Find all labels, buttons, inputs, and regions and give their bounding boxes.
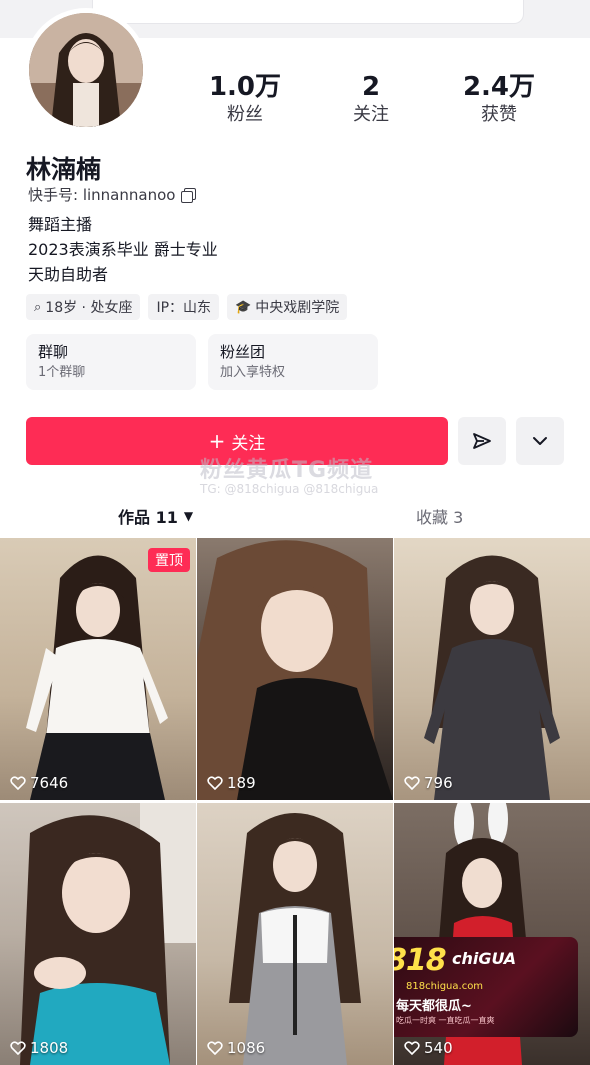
promo-slogan: 每天都很瓜~ bbox=[396, 999, 472, 1014]
bio-line: 舞蹈主播 bbox=[28, 215, 93, 234]
school-tag-label: 中央戏剧学院 bbox=[255, 300, 340, 316]
bio-line: 天助自助者 bbox=[28, 265, 109, 284]
bio-line: 2023表演系毕业 爵士专业 bbox=[28, 240, 218, 259]
video-likes: 1086 bbox=[207, 1039, 265, 1057]
video-likes: 189 bbox=[207, 774, 256, 792]
profile-name: 林湳楠 bbox=[26, 155, 102, 184]
promo-banner[interactable]: 818 chiGUA 818chigua.com 每天都很瓜~ 吃瓜一时爽 一直… bbox=[394, 937, 578, 1037]
video-thumbnail[interactable]: 1086 bbox=[197, 803, 393, 1065]
fan-club-card[interactable]: 粉丝团 加入享特权 bbox=[208, 334, 378, 390]
fan-club-subtitle: 加入享特权 bbox=[220, 365, 286, 380]
video-thumbnail[interactable]: 796 bbox=[394, 538, 590, 800]
school-tag[interactable]: 🎓 中央戏剧学院 bbox=[227, 294, 348, 320]
likes-count: 2.4万 bbox=[462, 72, 536, 102]
avatar-image bbox=[29, 13, 143, 127]
heart-icon bbox=[207, 776, 223, 790]
pinned-badge: 置顶 bbox=[148, 548, 190, 572]
video-likes-count: 796 bbox=[424, 774, 453, 792]
video-likes-count: 189 bbox=[227, 774, 256, 792]
video-thumbnail[interactable]: 189 bbox=[197, 538, 393, 800]
video-likes-count: 540 bbox=[424, 1039, 453, 1057]
kuaishou-id-text: 快手号: linnannanoo bbox=[28, 186, 176, 204]
video-likes-count: 7646 bbox=[30, 774, 69, 792]
heart-icon bbox=[207, 1041, 223, 1055]
bio: 舞蹈主播 2023表演系毕业 爵士专业 天助自助者 bbox=[28, 212, 218, 287]
plus-icon: + bbox=[208, 429, 226, 453]
share-button[interactable] bbox=[458, 417, 506, 465]
ip-tag-label: IP：山东 bbox=[156, 300, 212, 316]
copy-icon[interactable] bbox=[181, 187, 197, 203]
follow-label: 关注 bbox=[231, 433, 266, 454]
caret-down-icon: ▼ bbox=[183, 509, 194, 523]
video-thumbnail[interactable]: 置顶 7646 bbox=[0, 538, 196, 800]
school-icon: 🎓 bbox=[235, 299, 252, 315]
ip-tag: IP：山东 bbox=[148, 294, 220, 320]
tab-favorites[interactable]: 收藏 3 bbox=[416, 496, 463, 536]
video-preview bbox=[424, 555, 560, 800]
video-preview bbox=[20, 803, 196, 1065]
feature-cards: 群聊 1个群聊 粉丝团 加入享特权 bbox=[26, 334, 378, 390]
following-stat[interactable]: 2 关注 bbox=[316, 72, 426, 128]
group-chat-title: 群聊 bbox=[38, 343, 69, 361]
likes-label: 获赞 bbox=[481, 104, 517, 125]
kuaishou-id[interactable]: 快手号: linnannanoo bbox=[28, 184, 197, 205]
following-count: 2 bbox=[361, 72, 381, 102]
heart-icon bbox=[10, 776, 26, 790]
more-button[interactable] bbox=[516, 417, 564, 465]
send-icon bbox=[473, 433, 491, 449]
tab-favorites-label: 收藏 3 bbox=[416, 508, 464, 527]
video-preview bbox=[229, 813, 361, 1065]
video-preview bbox=[197, 540, 393, 800]
video-likes-count: 1086 bbox=[227, 1039, 266, 1057]
followers-label: 粉丝 bbox=[227, 104, 263, 125]
video-likes: 7646 bbox=[10, 774, 68, 792]
group-chat-subtitle: 1个群聊 bbox=[38, 365, 86, 380]
age-tag-label: 18岁 · 处女座 bbox=[45, 300, 133, 316]
heart-icon bbox=[10, 1041, 26, 1055]
video-likes: 540 bbox=[404, 1039, 453, 1057]
video-preview bbox=[26, 555, 168, 800]
top-card bbox=[92, 0, 524, 24]
profile-stats: 1.0万 粉丝 2 关注 2.4万 获赞 bbox=[190, 72, 570, 132]
following-label: 关注 bbox=[353, 104, 389, 125]
followers-stat[interactable]: 1.0万 粉丝 bbox=[190, 72, 300, 128]
watermark-sub: TG: @818chigua @818chigua bbox=[200, 482, 379, 496]
watermark: 粉丝黄瓜TG频道 bbox=[200, 458, 374, 483]
age-tag: ⌕ 18岁 · 处女座 bbox=[26, 294, 141, 320]
chevron-down-icon bbox=[533, 437, 547, 445]
group-chat-card[interactable]: 群聊 1个群聊 bbox=[26, 334, 196, 390]
video-grid: 置顶 7646 189 796 1808 1086 18 chiGUA 818c… bbox=[0, 538, 590, 1065]
profile-tags: ⌕ 18岁 · 处女座 IP：山东 🎓 中央戏剧学院 bbox=[26, 294, 348, 320]
promo-number: 818 bbox=[394, 943, 447, 978]
heart-icon bbox=[404, 776, 420, 790]
video-likes: 1808 bbox=[10, 1039, 68, 1057]
promo-site: 818chigua.com bbox=[406, 981, 484, 992]
avatar[interactable] bbox=[24, 8, 148, 132]
promo-sub: 吃瓜一时爽 一直吃瓜一直爽 bbox=[396, 1016, 495, 1025]
heart-icon bbox=[404, 1041, 420, 1055]
content-tabs: 作品 11 ▼ 收藏 3 bbox=[0, 496, 590, 536]
video-likes: 796 bbox=[404, 774, 453, 792]
video-thumbnail[interactable]: 818 chiGUA 818chigua.com 每天都很瓜~ 吃瓜一时爽 一直… bbox=[394, 803, 590, 1065]
fan-club-title: 粉丝团 bbox=[220, 343, 266, 361]
likes-stat[interactable]: 2.4万 获赞 bbox=[444, 72, 554, 128]
tab-works-label: 作品 11 bbox=[118, 508, 178, 527]
video-likes-count: 1808 bbox=[30, 1039, 69, 1057]
promo-brand: chiGUA bbox=[452, 949, 517, 968]
profile-page: 1.0万 粉丝 2 关注 2.4万 获赞 林湳楠 快手号: linnannano… bbox=[0, 0, 590, 1065]
followers-count: 1.0万 bbox=[208, 72, 282, 102]
tab-works[interactable]: 作品 11 ▼ bbox=[118, 496, 193, 536]
search-icon: ⌕ bbox=[34, 299, 42, 315]
video-thumbnail[interactable]: 1808 bbox=[0, 803, 196, 1065]
